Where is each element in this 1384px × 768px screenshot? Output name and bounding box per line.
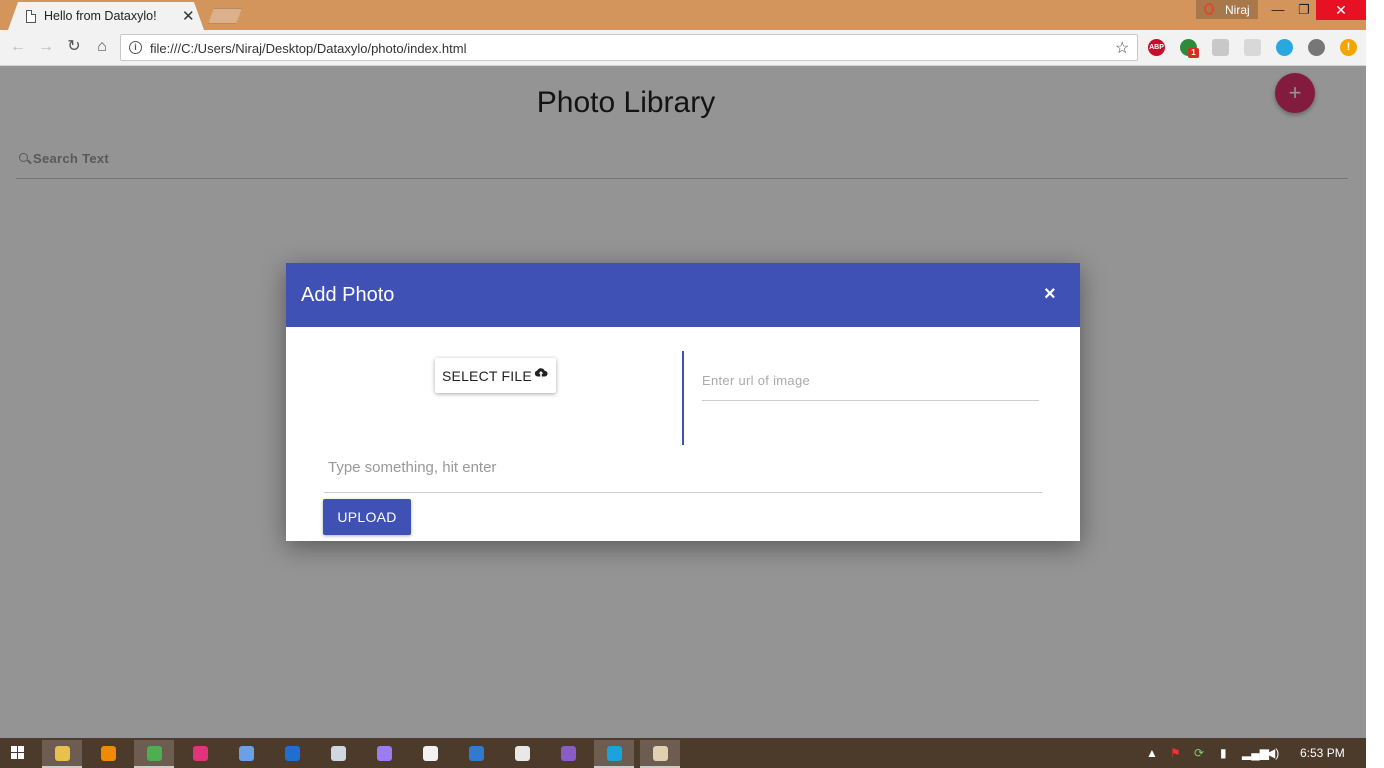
taskbar-app[interactable] (318, 740, 358, 768)
chrome-icon (147, 746, 162, 761)
restore-button[interactable]: ❐ (1290, 0, 1318, 20)
image-url-input[interactable] (702, 373, 1032, 388)
extension-gray-icon[interactable] (1244, 39, 1261, 56)
windows-taskbar: ▲ ⚑ ⟳ ▮ ▂▄▆ ◀) 6:53 PM (0, 738, 1366, 768)
notification-badge: 1 (1188, 48, 1199, 58)
tags-input[interactable] (328, 459, 1028, 476)
vlc-icon (101, 746, 116, 761)
file-explorer-icon (55, 746, 70, 761)
taskbar-app[interactable] (502, 740, 542, 768)
paint-icon (653, 746, 668, 761)
network-icon[interactable]: ▂▄▆ (1242, 746, 1269, 760)
page-content: Photo Library + Add Photo × SELECT FILE … (0, 66, 1366, 738)
taskbar-app[interactable] (410, 740, 450, 768)
skype-icon (607, 746, 622, 761)
tray-expand-icon[interactable]: ▲ (1146, 746, 1158, 760)
extension-green-icon[interactable]: 1 (1180, 39, 1199, 58)
taskbar-app[interactable] (594, 740, 634, 768)
taskbar-app[interactable] (88, 740, 128, 768)
extension-blue-icon[interactable] (1276, 39, 1293, 56)
select-file-button[interactable]: SELECT FILE (435, 358, 556, 393)
taskbar-app[interactable] (42, 740, 82, 768)
app-chart-icon (469, 746, 484, 761)
start-icon[interactable] (11, 746, 25, 760)
profile-name: Niraj (1225, 3, 1250, 17)
firefox-icon (285, 746, 300, 761)
tab-close-icon[interactable]: ✕ (182, 7, 195, 25)
taskbar-app[interactable] (226, 740, 266, 768)
address-bar[interactable]: i file:///C:/Users/Niraj/Desktop/Dataxyl… (120, 34, 1138, 61)
calculator-icon (423, 746, 438, 761)
abp-icon[interactable]: ABP (1148, 39, 1165, 56)
browser-titlebar: Hello from Dataxylo! ✕ Niraj — ❐ ✕ (0, 0, 1366, 30)
bookmark-star-icon[interactable]: ☆ (1115, 38, 1129, 58)
minimize-button[interactable]: — (1264, 0, 1292, 20)
new-tab-button[interactable] (208, 8, 242, 24)
dialog-header: Add Photo × (286, 263, 1080, 327)
extension-warning-icon[interactable]: ! (1340, 39, 1357, 56)
image-url-field (702, 369, 1039, 401)
taskbar-app[interactable] (180, 740, 220, 768)
volume-icon[interactable]: ◀) (1266, 746, 1279, 760)
visual-studio-icon (561, 746, 576, 761)
back-icon[interactable]: ← (9, 38, 27, 56)
tab-title: Hello from Dataxylo! (44, 9, 157, 23)
taskbar-app[interactable] (456, 740, 496, 768)
extension-gear-icon[interactable] (1308, 39, 1325, 56)
profile-button[interactable]: Niraj (1196, 0, 1258, 19)
upload-button[interactable]: UPLOAD (323, 499, 411, 535)
browser-tab[interactable]: Hello from Dataxylo! ✕ (8, 2, 204, 30)
taskbar-app[interactable] (134, 740, 174, 768)
taskbar-app[interactable] (640, 740, 680, 768)
browser-toolbar: ← → ↻ ⌂ i file:///C:/Users/Niraj/Desktop… (0, 30, 1366, 66)
app-window-icon (515, 746, 530, 761)
window-edge (1366, 0, 1384, 768)
add-photo-dialog: Add Photo × SELECT FILE UPLOAD (286, 263, 1080, 541)
dialog-title: Add Photo (301, 284, 395, 306)
clock[interactable]: 6:53 PM (1300, 746, 1345, 760)
document-icon (26, 10, 36, 23)
close-window-button[interactable]: ✕ (1316, 0, 1366, 20)
profile-icon (1204, 3, 1214, 15)
app-pink-icon (193, 746, 208, 761)
app-circle-icon (331, 746, 346, 761)
select-file-label: SELECT FILE (442, 368, 532, 384)
cloud-upload-icon (534, 366, 548, 382)
battery-icon[interactable]: ▮ (1220, 746, 1227, 760)
tags-field (324, 453, 1042, 493)
tray-flag-icon[interactable]: ⚑ (1170, 746, 1181, 760)
reload-icon[interactable]: ↻ (65, 38, 83, 56)
tray-sync-icon[interactable]: ⟳ (1194, 746, 1204, 760)
close-icon[interactable]: × (1044, 283, 1056, 306)
info-icon[interactable]: i (129, 41, 142, 54)
app-box-icon (239, 746, 254, 761)
url-text[interactable]: file:///C:/Users/Niraj/Desktop/Dataxylo/… (150, 41, 466, 56)
home-icon[interactable]: ⌂ (93, 38, 111, 56)
taskbar-app[interactable] (548, 740, 588, 768)
app-purple-icon (377, 746, 392, 761)
forward-icon[interactable]: → (37, 38, 55, 56)
taskbar-app[interactable] (272, 740, 312, 768)
extension-image-icon[interactable] (1212, 39, 1229, 56)
vertical-divider (682, 351, 684, 445)
taskbar-app[interactable] (364, 740, 404, 768)
